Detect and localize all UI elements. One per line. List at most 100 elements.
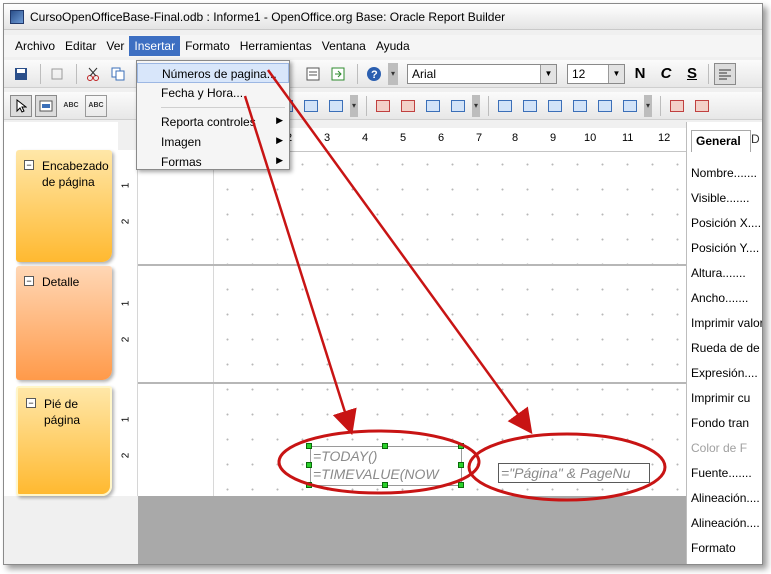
collapse-icon[interactable]: − xyxy=(24,276,34,286)
section-divider[interactable] xyxy=(138,382,686,384)
resize-handle[interactable] xyxy=(306,482,312,488)
align-top-icon[interactable] xyxy=(372,95,394,117)
ruler-mark: 10 xyxy=(584,132,597,144)
menu-item-image[interactable]: Imagen ▶ xyxy=(137,132,289,152)
menu-ayuda[interactable]: Ayuda xyxy=(371,36,415,56)
align-center-icon[interactable] xyxy=(422,95,444,117)
align-left-icon[interactable] xyxy=(714,62,736,85)
italic-button[interactable]: C xyxy=(655,65,677,82)
property-label: Visible....... xyxy=(691,191,750,205)
page-number-field[interactable]: ="Página" & PageNu xyxy=(498,463,650,483)
tab-data[interactable]: D xyxy=(751,132,760,146)
ruler-mark: 4 xyxy=(362,132,369,144)
add-field-icon[interactable] xyxy=(327,63,349,85)
align-bottom-edges-icon[interactable] xyxy=(325,95,347,117)
ruler-mark: 7 xyxy=(476,132,483,144)
copy-icon[interactable] xyxy=(107,63,129,85)
align-top-edges-icon[interactable] xyxy=(300,95,322,117)
menu-item-date-time[interactable]: Fecha y Hora... xyxy=(137,83,289,103)
report-design-area: − Encabezado de página − Detalle − Pié d… xyxy=(4,122,686,564)
report-page[interactable] xyxy=(138,152,686,496)
toolbar-overflow-icon[interactable]: ▾ xyxy=(350,94,358,117)
edit-icon[interactable] xyxy=(46,63,68,85)
collapse-icon[interactable]: − xyxy=(24,160,34,170)
center-horizontal-icon[interactable] xyxy=(519,95,541,117)
property-label: Altura....... xyxy=(691,266,746,280)
text-field-control[interactable]: ABC xyxy=(60,95,82,117)
section-page-header[interactable]: − Encabezado de página xyxy=(16,150,112,262)
page-number-formula: ="Página" & PageNu xyxy=(501,465,631,481)
svg-text:?: ? xyxy=(371,69,378,81)
font-size-combo[interactable]: 12 ▼ xyxy=(567,63,625,84)
toolbar-overflow-icon[interactable]: ▾ xyxy=(472,94,480,117)
ruler-mark: 12 xyxy=(658,132,671,144)
resize-handle[interactable] xyxy=(458,443,464,449)
resize-handle[interactable] xyxy=(306,462,312,468)
tab-general[interactable]: General xyxy=(691,130,751,152)
save-icon[interactable] xyxy=(10,63,32,85)
resize-handle[interactable] xyxy=(306,443,312,449)
help-icon[interactable]: ? xyxy=(363,63,385,85)
collapse-icon[interactable]: − xyxy=(26,398,36,408)
toolbar-separator xyxy=(366,95,367,116)
grow-height-icon[interactable] xyxy=(594,95,616,117)
menu-formato[interactable]: Formato xyxy=(180,36,235,56)
same-height-icon[interactable] xyxy=(691,95,713,117)
section-detail[interactable]: − Detalle xyxy=(16,266,112,380)
toolbar-separator xyxy=(488,95,489,116)
menu-editar[interactable]: Editar xyxy=(60,36,101,56)
section-page-footer[interactable]: − Pié de página xyxy=(16,386,112,496)
submenu-arrow-icon: ▶ xyxy=(276,115,283,125)
chevron-down-icon[interactable]: ▼ xyxy=(608,64,624,83)
vertical-ruler: 1 2 1 2 1 2 xyxy=(118,150,138,496)
menu-ver[interactable]: Ver xyxy=(101,36,129,56)
center-vertical-icon[interactable] xyxy=(569,95,591,117)
distribute-icon[interactable] xyxy=(544,95,566,117)
menu-insertar[interactable]: Insertar xyxy=(129,36,181,56)
label-control-icon[interactable] xyxy=(35,94,57,117)
resize-handle[interactable] xyxy=(382,482,388,488)
font-name-combo[interactable]: Arial ▼ xyxy=(407,63,557,84)
section-divider[interactable] xyxy=(138,264,686,266)
report-navigator-icon[interactable] xyxy=(302,63,324,85)
menu-ventana[interactable]: Ventana xyxy=(317,36,371,56)
menu-item-shapes[interactable]: Formas ▶ xyxy=(137,152,289,172)
menu-item-label: Reporta controles xyxy=(161,115,256,129)
property-label: Imprimir cu xyxy=(691,391,751,405)
menu-item-report-controls[interactable]: Reporta controles ▶ xyxy=(137,112,289,132)
shrink-width-icon[interactable] xyxy=(494,95,516,117)
menu-herramientas[interactable]: Herramientas xyxy=(235,36,317,56)
toolbar-overflow-icon[interactable]: ▾ xyxy=(644,94,652,117)
property-label: Posición Y.... xyxy=(691,241,760,255)
date-time-field[interactable]: =TODAY() =TIMEVALUE(NOW xyxy=(310,446,462,486)
openoffice-base-icon xyxy=(10,9,24,24)
bold-button[interactable]: N xyxy=(629,65,651,82)
resize-handle[interactable] xyxy=(382,443,388,449)
page-left-margin xyxy=(138,152,214,496)
resize-handle[interactable] xyxy=(458,482,464,488)
menu-archivo[interactable]: Archivo xyxy=(10,36,60,56)
ruler-mark: 6 xyxy=(438,132,445,144)
align-middle-icon[interactable] xyxy=(397,95,419,117)
property-label: Alineación.... xyxy=(691,491,760,505)
sections-column: − Encabezado de página − Detalle − Pié d… xyxy=(4,122,118,496)
chevron-down-icon[interactable]: ▼ xyxy=(540,64,556,83)
design-grid[interactable] xyxy=(215,152,686,496)
shrink-height-icon[interactable] xyxy=(619,95,641,117)
menu-item-page-numbers[interactable]: Números de pagina... xyxy=(137,63,289,83)
align-bottom-icon[interactable] xyxy=(447,95,469,117)
formatted-field-control[interactable]: ABC xyxy=(85,94,107,117)
property-label: Fondo tran xyxy=(691,416,750,430)
time-formula: =TIMEVALUE(NOW xyxy=(313,466,439,482)
same-width-icon[interactable] xyxy=(666,95,688,117)
cut-icon[interactable] xyxy=(82,63,104,85)
toolbar-overflow-icon[interactable]: ▾ xyxy=(388,62,398,85)
select-pointer-icon[interactable] xyxy=(10,94,32,117)
property-label: Ancho....... xyxy=(691,291,749,305)
property-label: Posición X.... xyxy=(691,216,762,230)
title-bar: CursoOpenOfficeBase-Final.odb : Informe1… xyxy=(4,4,762,30)
resize-handle[interactable] xyxy=(458,462,464,468)
section-label: Pié de página xyxy=(44,397,81,427)
underline-button[interactable]: S xyxy=(681,65,703,82)
property-label: Alineación.... xyxy=(691,516,760,530)
